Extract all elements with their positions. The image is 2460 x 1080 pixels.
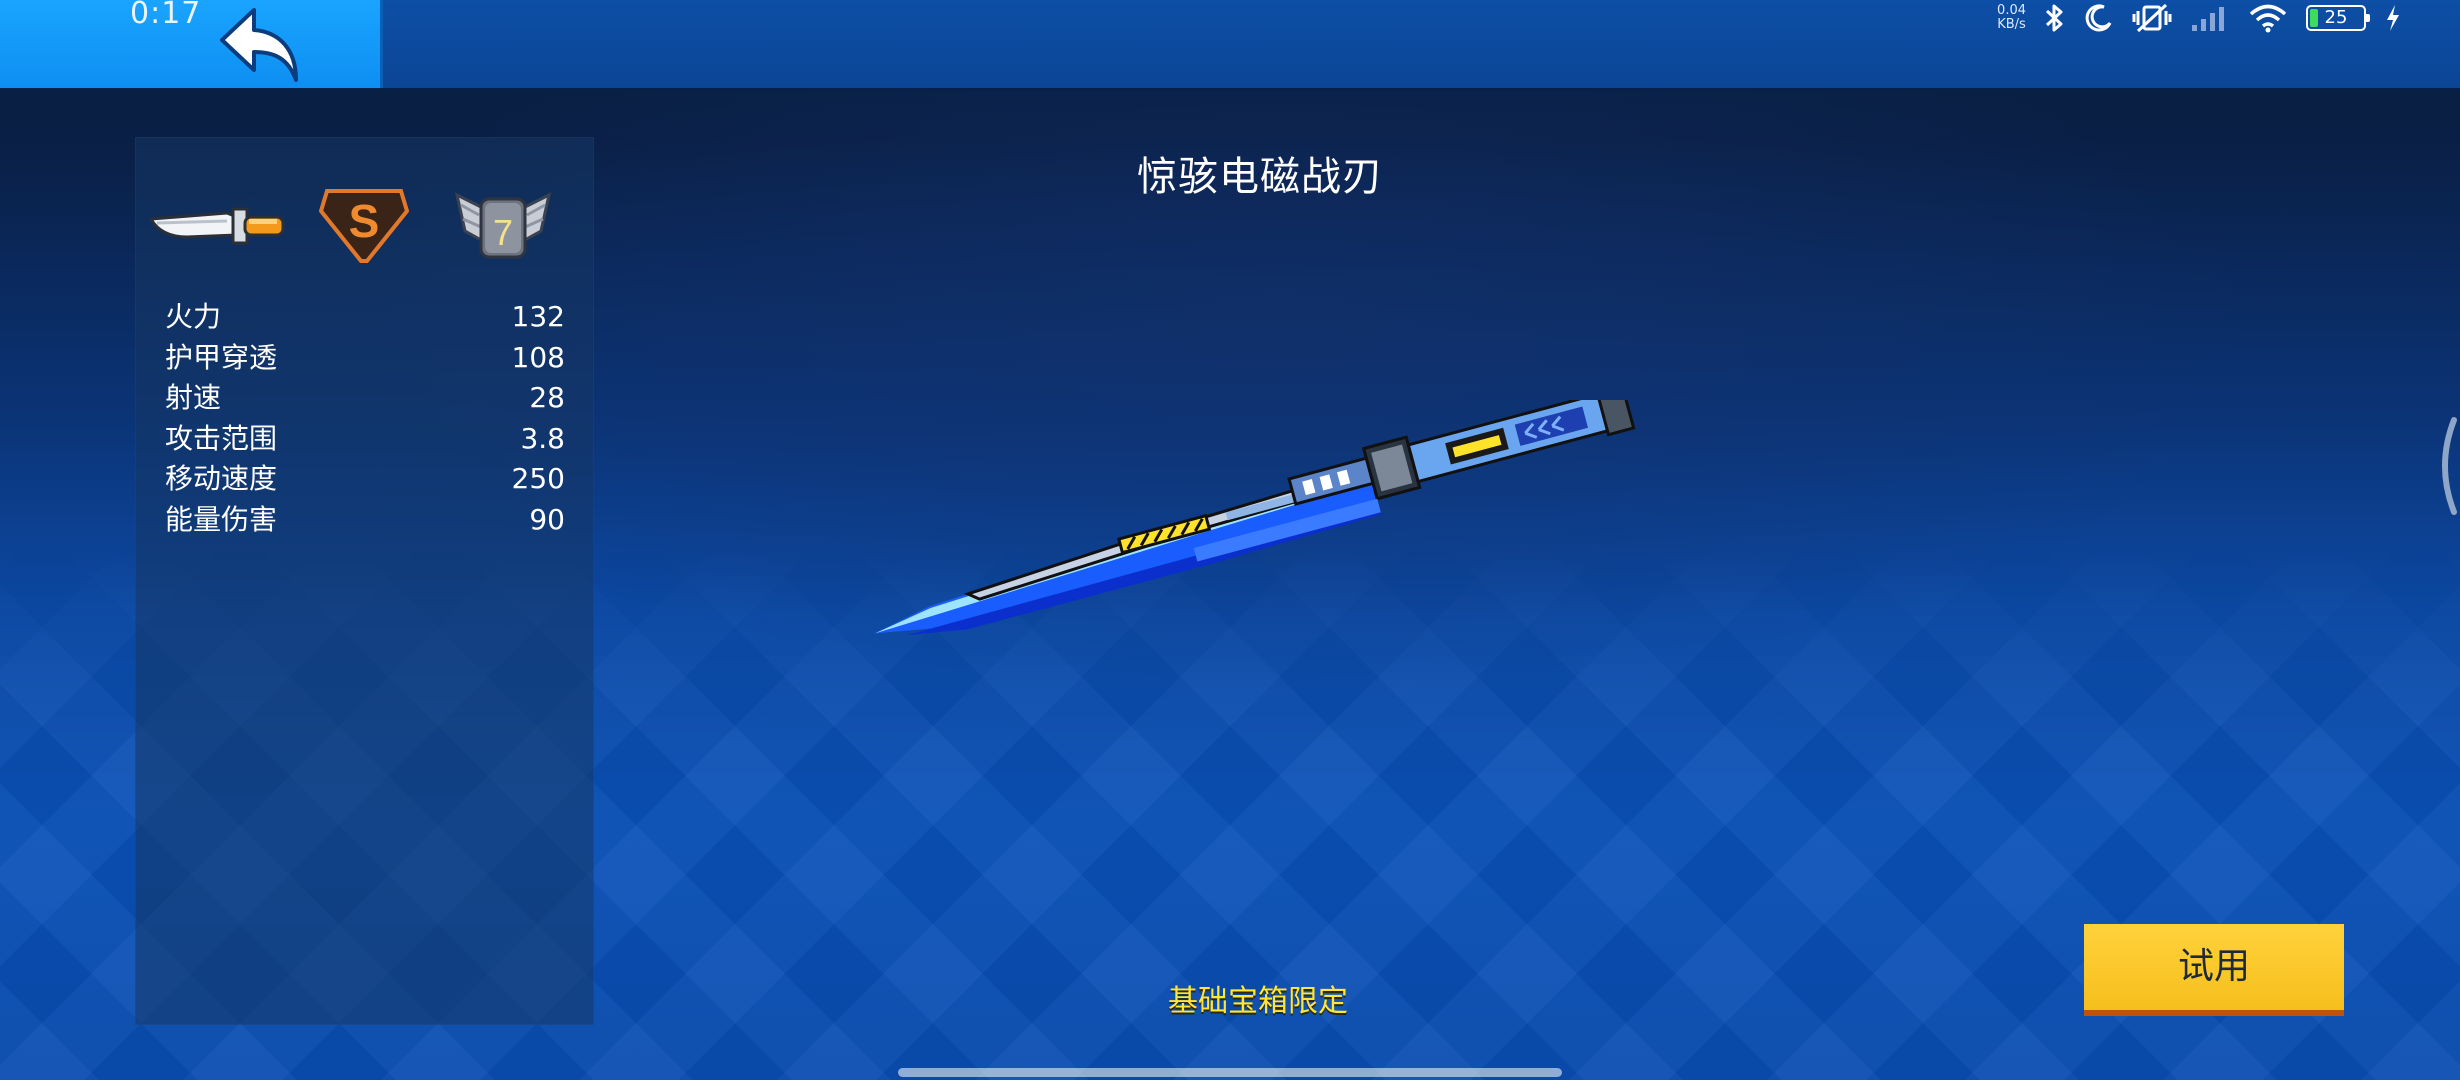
stat-value: 90 (529, 502, 565, 536)
stat-value: 108 (511, 340, 565, 374)
wifi-icon (2249, 4, 2287, 33)
stat-value: 250 (511, 462, 565, 495)
battery-icon: 25 (2306, 5, 2370, 31)
knife-icon (148, 207, 285, 245)
stat-name: 能量伤害 (165, 502, 278, 536)
stat-row: 移动速度 250 (165, 459, 565, 500)
stat-name: 护甲穿透 (165, 340, 278, 374)
source-note: 基础宝箱限定 (1168, 984, 1348, 1019)
stats-panel: S 7 火力 132 护甲穿透 108 射速 28 攻击范围 3.8 移动速度 … (135, 137, 594, 1025)
rarity-s-icon: S (319, 189, 409, 263)
stat-row: 攻击范围 3.8 (165, 419, 565, 460)
stat-row: 护甲穿透 108 (165, 338, 565, 379)
stat-name: 火力 (165, 300, 222, 333)
home-indicator[interactable] (898, 1068, 1562, 1077)
net-speed-unit: KB/s (1997, 17, 2026, 32)
top-bar: 0:17 0.04 KB/s 25 (0, 0, 2460, 91)
battery-fill (2310, 9, 2318, 27)
stat-value: 132 (511, 300, 565, 333)
stat-list: 火力 132 护甲穿透 108 射速 28 攻击范围 3.8 移动速度 250 … (165, 297, 565, 540)
weapon-title: 惊骇电磁战刃 (1137, 154, 1383, 200)
signal-icon (2192, 7, 2224, 31)
weapon-preview-image[interactable] (860, 400, 1660, 650)
vibrate-icon (2132, 3, 2172, 33)
battery-level: 25 (2324, 7, 2348, 28)
net-speed: 0.04 KB/s (1997, 4, 2026, 32)
stat-name: 射速 (165, 381, 222, 414)
status-icons: 0.04 KB/s 25 (1997, 0, 2402, 36)
status-time: 0:17 (130, 0, 202, 31)
stat-row: 射速 28 (165, 378, 565, 419)
battery-tip (2366, 14, 2370, 22)
stat-name: 攻击范围 (165, 421, 278, 455)
rarity-letter: S (349, 195, 380, 247)
charging-icon (2387, 5, 2399, 31)
back-button[interactable]: 0:17 (0, 0, 383, 88)
weapon-badges: S 7 (147, 185, 587, 275)
back-arrow-icon (220, 8, 298, 82)
stat-row: 能量伤害 90 (165, 500, 565, 541)
bluetooth-icon (2045, 4, 2063, 32)
stat-name: 移动速度 (165, 462, 278, 495)
moon-icon (2085, 4, 2112, 32)
stat-value: 3.8 (520, 421, 565, 455)
try-button[interactable]: 试用 (2084, 924, 2344, 1016)
side-panel-handle[interactable] (2432, 416, 2460, 516)
level-wings-icon: 7 (454, 192, 552, 259)
stat-value: 28 (529, 381, 565, 414)
net-speed-value: 0.04 (1997, 3, 2026, 18)
level-number: 7 (493, 212, 513, 253)
stat-row: 火力 132 (165, 297, 565, 338)
